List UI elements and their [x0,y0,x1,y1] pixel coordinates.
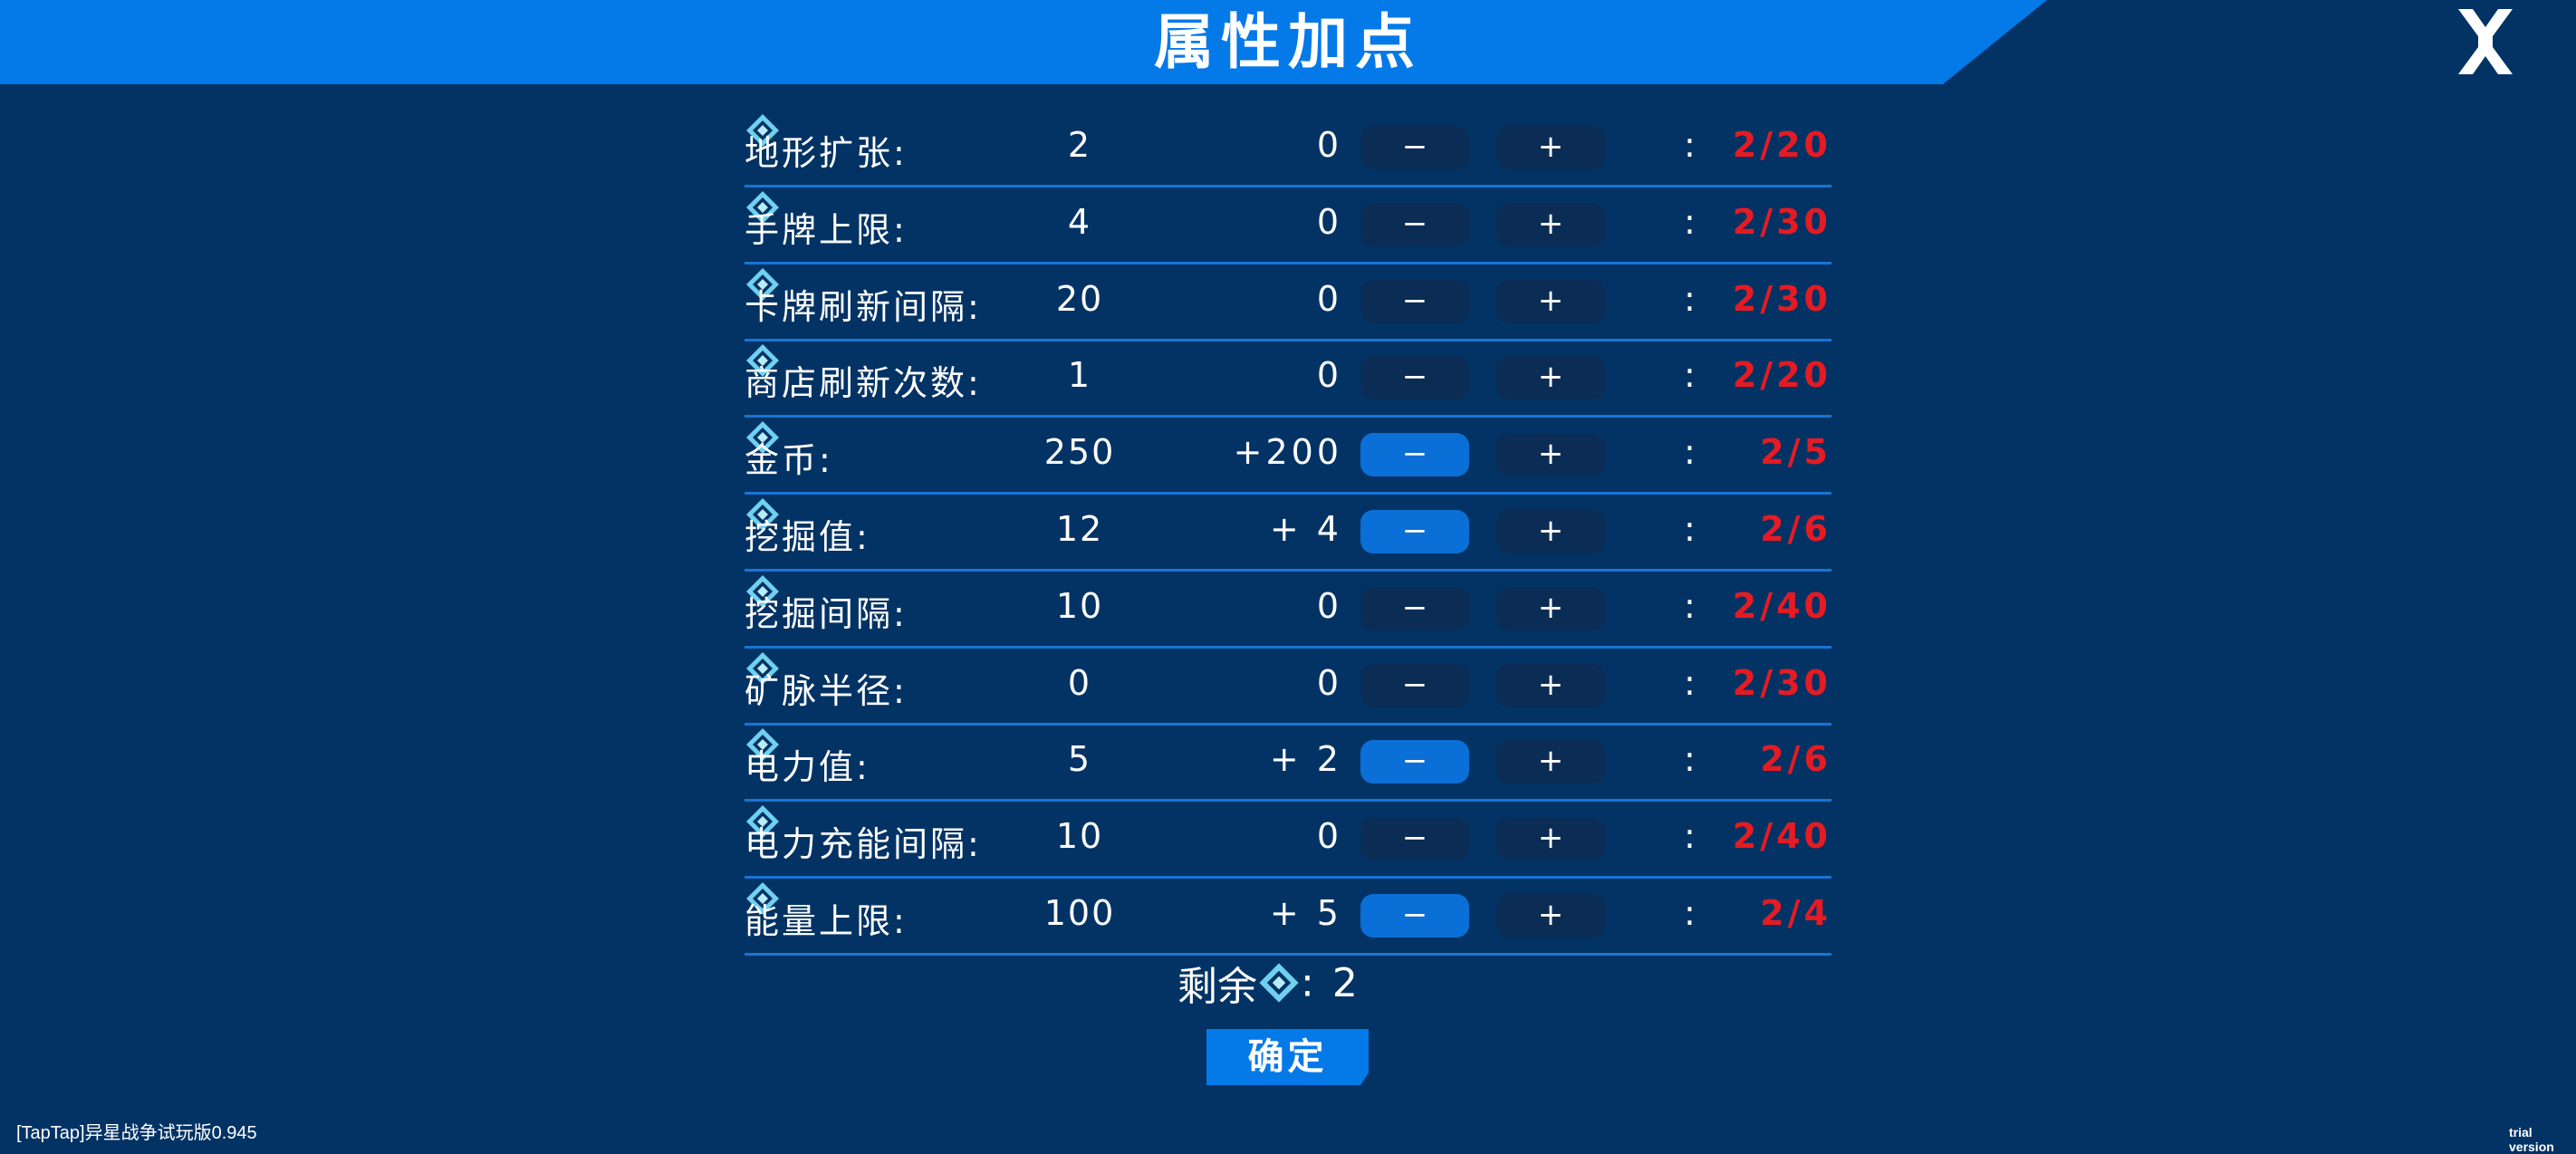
attribute-value: 20 [1055,278,1104,319]
decrease-button[interactable]: − [1360,817,1469,861]
increase-button[interactable]: + [1496,202,1605,246]
attribute-row: 卡牌刷新间隔: 20 0 − + : 2/30 [745,266,1831,341]
attribute-added: 0 [1316,278,1342,319]
attribute-added: 0 [1316,662,1342,703]
attribute-label: 挖掘间隔: [745,593,908,634]
attribute-added: +200 [1233,432,1342,473]
trial-label: trial version [2509,1125,2554,1154]
attribute-value: 5 [1067,739,1092,780]
remaining-colon: : [1301,959,1314,1006]
attribute-cost: 2/30 [1732,278,1831,319]
attribute-row: 手牌上限: 4 0 − + : 2/30 [745,189,1831,264]
version-label: [TapTap]异星战争试玩版0.945 [16,1123,257,1143]
attribute-cost: 2/6 [1760,739,1831,780]
attribute-row: 矿脉半径: 0 0 − + : 2/30 [745,650,1831,726]
attribute-row: 金币: 250 +200 − + : 2/5 [745,419,1831,495]
attribute-label: 能量上限: [745,900,908,941]
remaining-label: 剩余 [1177,964,1257,1010]
attribute-value: 100 [1043,892,1116,933]
attribute-added: 0 [1316,355,1342,396]
attribute-value: 0 [1067,662,1092,703]
increase-button[interactable]: + [1496,817,1605,861]
remaining-points: 剩余 :2 [1177,954,1358,1011]
increase-button[interactable]: + [1496,740,1605,784]
attribute-added: 0 [1316,816,1342,857]
attribute-value: 4 [1067,201,1092,242]
attribute-list: 地形扩张: 2 0 − + : 2/20 手牌上限: 4 0 − +: 2/3… [745,112,1831,957]
increase-button[interactable]: + [1496,433,1605,477]
attribute-added: 0 [1316,201,1342,242]
crystal-icon [1259,963,1299,1003]
page-title: 属性加点 [1154,7,1422,77]
attribute-value: 10 [1055,585,1104,626]
increase-button[interactable]: + [1496,586,1605,630]
decrease-button[interactable]: − [1360,893,1469,938]
attribute-row: 地形扩张: 2 0 − + : 2/20 [745,112,1831,188]
attribute-row: 挖掘值: 12 + 4 − + : 2/6 [745,496,1831,572]
attribute-row: 能量上限: 100 + 5 − + : 2/4 [745,880,1831,956]
attribute-label: 矿脉半径: [745,670,908,711]
attribute-cost: 2/6 [1760,508,1831,549]
attribute-label: 卡牌刷新间隔: [745,286,982,327]
attribute-row: 商店刷新次数: 1 0 − + : 2/20 [745,342,1831,418]
decrease-button[interactable]: − [1360,663,1469,707]
attribute-cost: 2/30 [1732,201,1831,242]
attribute-added: + 4 [1269,508,1342,549]
decrease-button[interactable]: − [1360,509,1469,553]
attribute-cost: 2/20 [1732,125,1831,165]
close-icon[interactable] [2453,9,2518,74]
decrease-button[interactable]: − [1360,279,1469,323]
attribute-value: 10 [1055,816,1104,857]
increase-button[interactable]: + [1496,663,1605,707]
attribute-label: 电力充能间隔: [745,824,982,865]
attribute-added: 0 [1316,125,1342,165]
attribute-cost: 2/30 [1732,662,1831,703]
attribute-label: 挖掘值: [745,516,870,557]
attribute-added: + 5 [1269,892,1342,933]
increase-button[interactable]: + [1496,893,1605,938]
attribute-added: 0 [1316,585,1342,626]
attribute-value: 12 [1055,508,1104,549]
attribute-value: 250 [1043,432,1116,473]
decrease-button[interactable]: − [1360,126,1469,169]
attribute-label: 地形扩张: [745,133,908,173]
decrease-button[interactable]: − [1360,740,1469,784]
attribute-cost: 2/20 [1732,355,1831,396]
decrease-button[interactable]: − [1360,356,1469,400]
increase-button[interactable]: + [1496,279,1605,323]
increase-button[interactable]: + [1496,126,1605,169]
attribute-added: + 2 [1269,739,1342,780]
attribute-cost: 2/5 [1760,432,1831,473]
remaining-value: 2 [1331,959,1358,1006]
decrease-button[interactable]: − [1360,202,1469,246]
decrease-button[interactable]: − [1360,586,1469,630]
attribute-label: 手牌上限: [745,209,908,250]
attribute-cost: 2/4 [1760,892,1831,933]
attribute-label: 电力值: [745,747,870,788]
attribute-value: 1 [1067,355,1092,396]
attribute-label: 商店刷新次数: [745,363,982,404]
attribute-row: 电力充能间隔: 10 0 − + : 2/40 [745,803,1831,880]
increase-button[interactable]: + [1496,356,1605,400]
attribute-cost: 2/40 [1732,585,1831,626]
attribute-row: 挖掘间隔: 10 0 − + : 2/40 [745,573,1831,649]
attribute-value: 2 [1067,125,1092,165]
increase-button[interactable]: + [1496,509,1605,553]
attribute-label: 金币: [745,440,833,481]
confirm-button[interactable]: 确定 [1206,1029,1369,1085]
attribute-cost: 2/40 [1732,816,1831,857]
attribute-row: 电力值: 5 + 2 − + : 2/6 [745,726,1831,803]
decrease-button[interactable]: − [1360,433,1469,477]
